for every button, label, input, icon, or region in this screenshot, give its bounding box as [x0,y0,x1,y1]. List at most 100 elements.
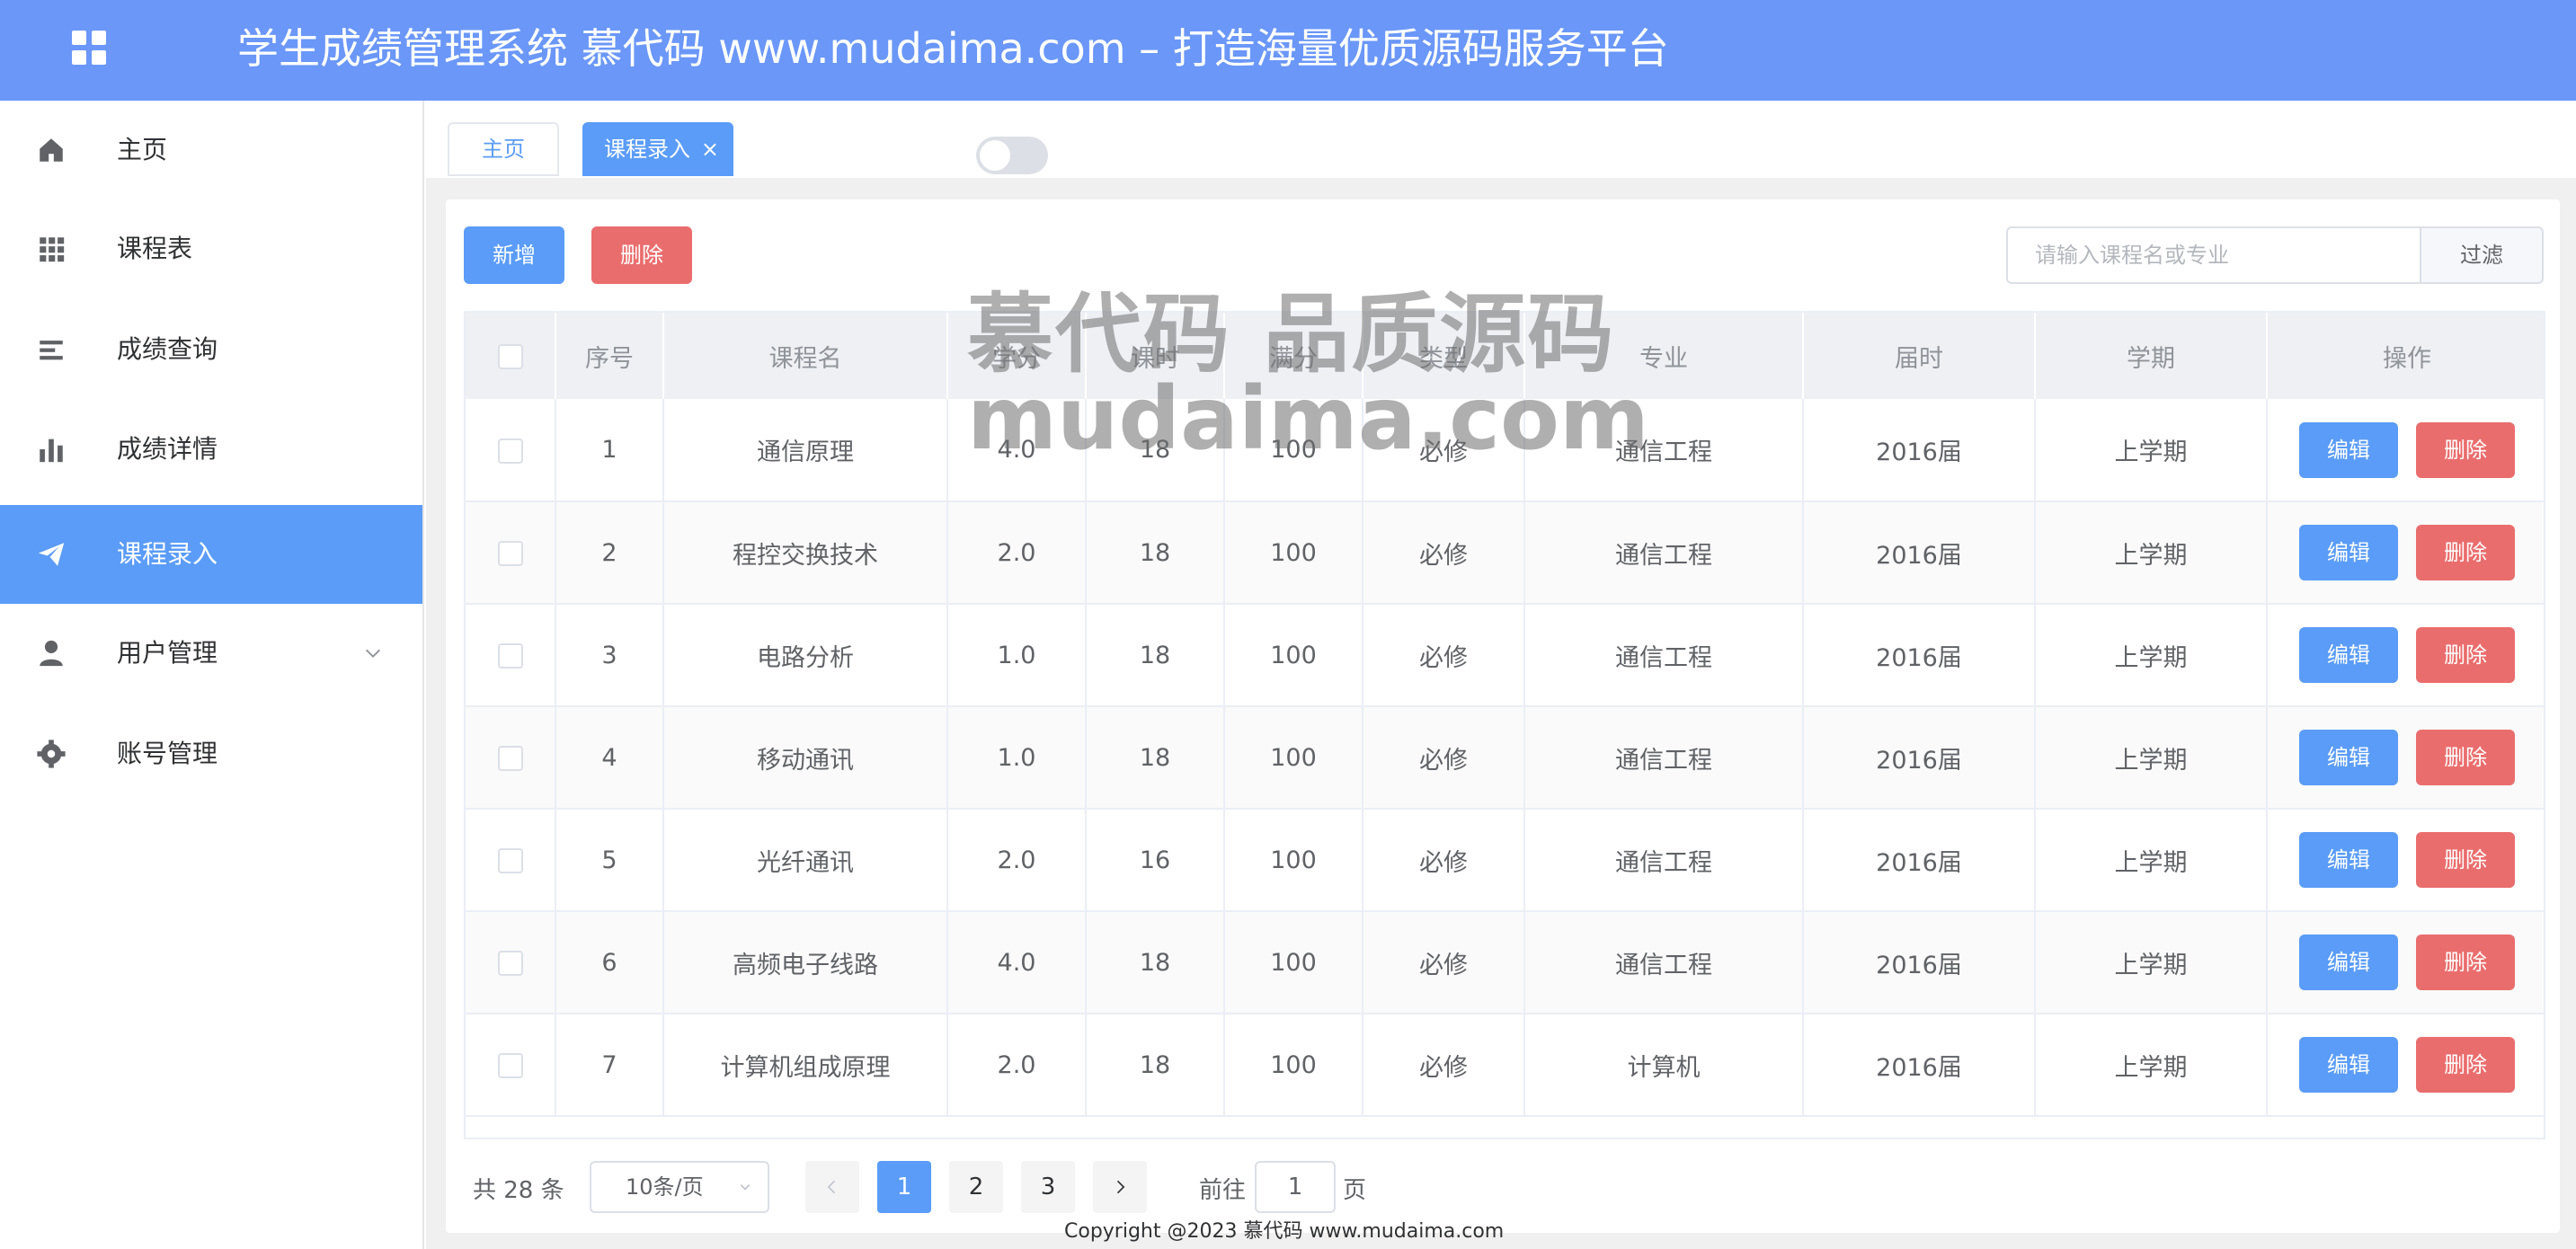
page-button-3[interactable]: 3 [1021,1161,1075,1213]
delete-selected-button[interactable]: 删除 [591,226,692,284]
edit-button[interactable]: 编辑 [2299,1037,2398,1093]
edit-button[interactable]: 编辑 [2299,935,2398,990]
grid-icon [40,237,65,262]
sidebar-item-label: 课程录入 [117,539,218,569]
table-cell: 1.0 [947,604,1087,707]
tab-home[interactable]: 主页 [448,122,559,176]
table-cell: 18 [1086,706,1225,810]
actions-cell: 编辑 删除 [2267,399,2544,502]
table-cell: 通信工程 [1524,501,1804,605]
row-delete-button[interactable]: 删除 [2416,525,2515,580]
edit-button[interactable]: 编辑 [2299,627,2398,683]
actions-cell: 编辑 删除 [2267,1014,2544,1117]
table-cell: 100 [1224,809,1364,912]
column-header: 操作 [2267,313,2544,399]
row-checkbox[interactable] [497,438,523,464]
chevron-down-icon[interactable] [363,643,383,663]
select-all-checkbox[interactable] [497,344,523,369]
table-row: 2 程控交换技术 2.0 18 100 必修 通信工程 2016届 上学期 编辑 删除 [466,501,2544,605]
table-cell: 必修 [1363,706,1525,810]
goto-page-input[interactable]: 1 [1255,1161,1336,1213]
table-cell: 2016届 [1803,1014,2036,1117]
table-cell: 16 [1086,809,1225,912]
table-cell: 100 [1224,501,1364,605]
table-cell: 通信工程 [1524,809,1804,912]
chevron-down-icon [740,1184,751,1191]
table-cell: 上学期 [2035,911,2268,1014]
top-header: 学生成绩管理系统 慕代码 www.mudaima.com – 打造海量优质源码服… [0,0,2576,101]
row-select-cell[interactable] [466,604,556,707]
row-checkbox[interactable] [497,746,523,771]
row-checkbox[interactable] [497,541,523,566]
table-cell: 4.0 [947,911,1087,1014]
edit-button[interactable]: 编辑 [2299,730,2398,785]
row-delete-button[interactable]: 删除 [2416,730,2515,785]
edit-button[interactable]: 编辑 [2299,525,2398,580]
row-delete-button[interactable]: 删除 [2416,421,2515,478]
sidebar-item-account-management[interactable]: 账号管理 [0,704,422,803]
table-cell: 2016届 [1803,399,2036,502]
row-checkbox[interactable] [497,951,523,976]
table-cell: 18 [1086,911,1225,1014]
toggle-knob [980,140,1010,171]
page-button-2[interactable]: 2 [949,1161,1003,1213]
table-cell: 18 [1086,1014,1225,1117]
app-grid-icon[interactable] [72,31,108,66]
actions-cell: 编辑 删除 [2267,706,2544,810]
sidebar-item-course-entry[interactable]: 课程录入 [0,505,422,604]
table-cell: 上学期 [2035,809,2268,912]
row-checkbox[interactable] [497,1053,523,1078]
row-select-cell[interactable] [466,911,556,1014]
filter-button[interactable]: 过滤 [2420,226,2544,284]
row-select-cell[interactable] [466,809,556,912]
sidebar-item-grade-detail[interactable]: 成绩详情 [0,400,422,499]
edit-button[interactable]: 编辑 [2299,421,2398,478]
home-icon [40,138,63,162]
row-checkbox[interactable] [497,643,523,669]
row-checkbox[interactable] [497,848,523,873]
row-delete-button[interactable]: 删除 [2416,627,2515,683]
sidebar: 主页 课程表 成绩查询 成绩详情 课程录入 用户管理 账号管理 [0,101,424,1249]
sidebar-item-home[interactable]: 主页 [0,101,422,199]
sidebar-item-user-management[interactable]: 用户管理 [0,604,422,703]
table-cell: 2016届 [1803,809,2036,912]
search-input[interactable]: 请输入课程名或专业 [2006,226,2423,284]
sidebar-item-label: 用户管理 [117,638,218,668]
table-cell: 上学期 [2035,501,2268,605]
page-size-select[interactable]: 10条/页 [590,1161,769,1213]
table-cell: 通信原理 [663,399,948,502]
row-select-cell[interactable] [466,1014,556,1117]
table-cell: 5 [555,809,664,912]
add-button[interactable]: 新增 [464,226,564,284]
page-button-1[interactable]: 1 [877,1161,931,1213]
chevron-right-icon [1116,1180,1125,1194]
row-select-cell[interactable] [466,501,556,605]
edit-button[interactable]: 编辑 [2299,832,2398,888]
table-row: 6 高频电子线路 4.0 18 100 必修 通信工程 2016届 上学期 编辑 删除 [466,911,2544,1014]
tab-course-entry[interactable]: 课程录入 × [582,122,733,176]
select-all-cell[interactable] [466,313,556,399]
sidebar-item-schedule[interactable]: 课程表 [0,199,422,298]
row-select-cell[interactable] [466,399,556,502]
table-cell: 上学期 [2035,399,2268,502]
next-page-button[interactable] [1093,1161,1147,1213]
row-delete-button[interactable]: 删除 [2416,935,2515,990]
row-delete-button[interactable]: 删除 [2416,1037,2515,1093]
sidebar-item-label: 账号管理 [117,739,218,768]
sidebar-item-grade-query[interactable]: 成绩查询 [0,300,422,399]
tabs-bar: 主页 课程录入 × [426,101,2576,178]
actions-cell: 编辑 删除 [2267,604,2544,707]
row-select-cell[interactable] [466,706,556,810]
table-cell: 1.0 [947,706,1087,810]
table-cell: 3 [555,604,664,707]
table-cell: 程控交换技术 [663,501,948,605]
theme-toggle[interactable] [976,137,1048,174]
send-icon [38,543,65,566]
row-delete-button[interactable]: 删除 [2416,832,2515,888]
close-icon[interactable]: × [701,124,719,174]
table-cell: 高频电子线路 [663,911,948,1014]
table-cell: 移动通讯 [663,706,948,810]
goto-suffix: 页 [1343,1177,1367,1204]
sidebar-item-label: 成绩查询 [117,334,218,364]
prev-page-button[interactable] [805,1161,859,1213]
